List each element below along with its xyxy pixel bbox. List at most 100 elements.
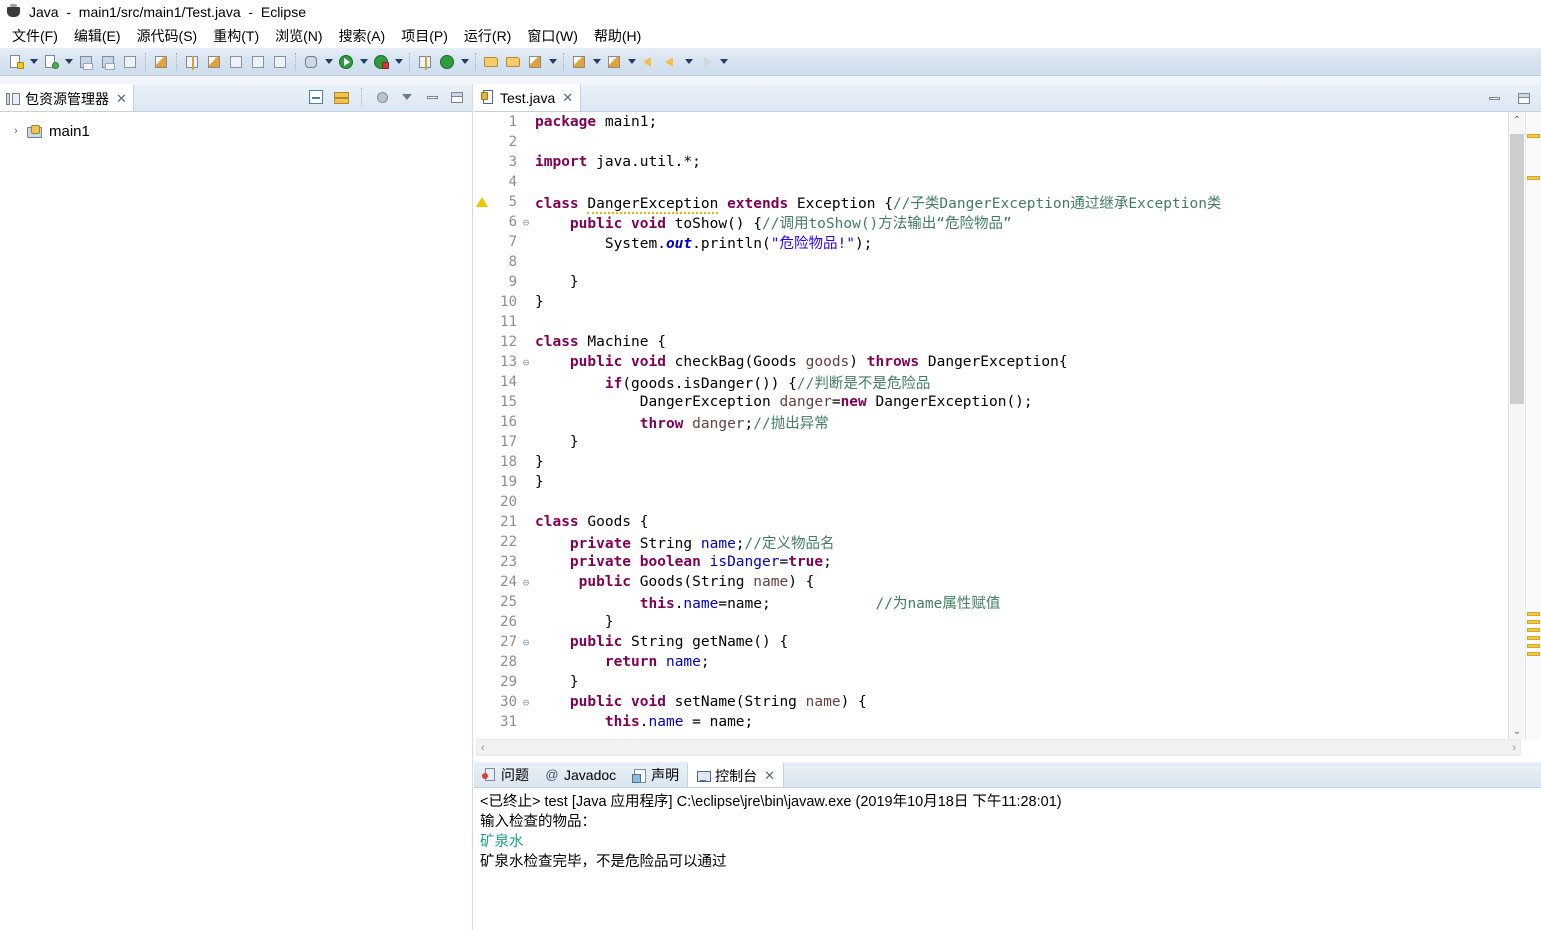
- back-icon[interactable]: [638, 51, 660, 73]
- annotate-icon[interactable]: [203, 51, 225, 73]
- tab-package-explorer[interactable]: 包资源管理器 ✕: [0, 84, 134, 111]
- code-line[interactable]: 30 ⊖ public void setName(String name) {: [474, 692, 1541, 712]
- code-line[interactable]: 23 private boolean isDanger=true;: [474, 552, 1541, 572]
- menu-help[interactable]: 帮助(H): [586, 24, 649, 48]
- code-line[interactable]: 12 class Machine {: [474, 332, 1541, 352]
- code-line[interactable]: 27 ⊖ public String getName() {: [474, 632, 1541, 652]
- maximize-icon[interactable]: [448, 88, 466, 106]
- expand-twisty-icon[interactable]: ›: [10, 125, 22, 137]
- last-edit-dropdown-icon[interactable]: [625, 51, 638, 73]
- new-java-class-icon[interactable]: [40, 51, 62, 73]
- code-line[interactable]: 24 ⊖ public Goods(String name) {: [474, 572, 1541, 592]
- code-line[interactable]: 19}: [474, 472, 1541, 492]
- code-line[interactable]: 1 package main1;: [474, 112, 1541, 132]
- grid-icon[interactable]: [269, 51, 291, 73]
- close-icon[interactable]: ✕: [562, 91, 573, 104]
- code-line[interactable]: 4: [474, 172, 1541, 192]
- tab-declaration[interactable]: 声明: [624, 762, 687, 787]
- open-type-icon[interactable]: [480, 51, 502, 73]
- overview-warning-marker[interactable]: [1527, 644, 1540, 648]
- tab-console[interactable]: 控制台 ✕: [687, 762, 785, 787]
- fold-toggle-icon[interactable]: ⊖: [519, 356, 533, 369]
- code-line[interactable]: 14 if(goods.isDanger()) {//判断是不是危险品: [474, 372, 1541, 392]
- code-line[interactable]: 20: [474, 492, 1541, 512]
- table-icon[interactable]: [247, 51, 269, 73]
- code-line[interactable]: 3 import java.util.*;: [474, 152, 1541, 172]
- refresh-icon[interactable]: [436, 51, 458, 73]
- code-line[interactable]: 6 ⊖ public void toShow() {//调用toShow()方法输…: [474, 212, 1541, 232]
- code-line[interactable]: 21 class Goods {: [474, 512, 1541, 532]
- run-dropdown-icon[interactable]: [357, 51, 370, 73]
- run-config-icon[interactable]: [370, 51, 392, 73]
- code-line[interactable]: 13 ⊖ public void checkBag(Goods goods) th…: [474, 352, 1541, 372]
- fold-toggle-icon[interactable]: ⊖: [519, 216, 533, 229]
- fold-toggle-icon[interactable]: ⊖: [519, 576, 533, 589]
- view-focus-icon[interactable]: [373, 88, 391, 106]
- collapse-all-icon[interactable]: [307, 88, 325, 106]
- menu-run[interactable]: 运行(R): [456, 24, 519, 48]
- menu-refactor[interactable]: 重构(T): [205, 24, 267, 48]
- code-line[interactable]: 28 return name;: [474, 652, 1541, 672]
- menu-search[interactable]: 搜索(A): [331, 24, 394, 48]
- print-icon[interactable]: [119, 51, 141, 73]
- editor-horizontal-scrollbar[interactable]: ‹ ›: [476, 739, 1521, 756]
- new-package-icon[interactable]: [414, 51, 436, 73]
- close-icon[interactable]: ✕: [116, 92, 127, 105]
- tab-problems[interactable]: 问题: [474, 762, 537, 787]
- new-java-class-dropdown-icon[interactable]: [62, 51, 75, 73]
- menu-edit[interactable]: 编辑(E): [66, 24, 129, 48]
- new-wizard-icon[interactable]: [5, 51, 27, 73]
- tab-test-java[interactable]: Test.java ✕: [474, 84, 582, 111]
- scroll-down-icon[interactable]: ⌄: [1509, 723, 1525, 740]
- code-line[interactable]: 18}: [474, 452, 1541, 472]
- console-output[interactable]: <已终止> test [Java 应用程序] C:\eclipse\jre\bi…: [474, 788, 1541, 872]
- overview-warning-marker[interactable]: [1527, 652, 1540, 656]
- open-task-icon[interactable]: [502, 51, 524, 73]
- debug-dropdown-icon[interactable]: [322, 51, 335, 73]
- view-menu-icon[interactable]: [398, 88, 416, 106]
- fold-toggle-icon[interactable]: ⊖: [519, 696, 533, 709]
- menu-navigate[interactable]: 浏览(N): [267, 24, 330, 48]
- scroll-right-icon[interactable]: ›: [1512, 742, 1516, 754]
- search-icon[interactable]: [568, 51, 590, 73]
- overview-warning-marker[interactable]: [1527, 628, 1540, 632]
- code-line[interactable]: 15 DangerException danger=new DangerExce…: [474, 392, 1541, 412]
- code-line[interactable]: 9 }: [474, 272, 1541, 292]
- code-line[interactable]: 29 }: [474, 672, 1541, 692]
- code-line[interactable]: 11: [474, 312, 1541, 332]
- code-line[interactable]: 16 throw danger;//抛出异常: [474, 412, 1541, 432]
- build-icon[interactable]: [181, 51, 203, 73]
- minimize-icon[interactable]: [1485, 89, 1503, 107]
- code-line[interactable]: 22 private String name;//定义物品名: [474, 532, 1541, 552]
- save-icon[interactable]: [75, 51, 97, 73]
- menu-window[interactable]: 窗口(W): [519, 24, 586, 48]
- scroll-up-icon[interactable]: ⌃: [1509, 112, 1525, 129]
- overview-warning-marker[interactable]: [1527, 620, 1540, 624]
- overview-warning-marker[interactable]: [1527, 134, 1540, 138]
- pencil-icon[interactable]: [524, 51, 546, 73]
- overview-warning-marker[interactable]: [1527, 176, 1540, 180]
- menu-source[interactable]: 源代码(S): [129, 24, 206, 48]
- external-tools-icon[interactable]: [225, 51, 247, 73]
- code-line[interactable]: 2: [474, 132, 1541, 152]
- overview-warning-marker[interactable]: [1527, 636, 1540, 640]
- debug-icon[interactable]: [300, 51, 322, 73]
- link-with-editor-icon[interactable]: [332, 88, 350, 106]
- run-config-dropdown-icon[interactable]: [392, 51, 405, 73]
- vertical-scroll-thumb[interactable]: [1510, 134, 1524, 404]
- code-viewport[interactable]: 1 package main1; 2 3 import java.util.*; 4 5 cl…: [474, 112, 1541, 740]
- code-line[interactable]: 10}: [474, 292, 1541, 312]
- toggle-breakpoint-icon[interactable]: [150, 51, 172, 73]
- code-line[interactable]: 8: [474, 252, 1541, 272]
- forward-icon[interactable]: [695, 51, 717, 73]
- last-edit-icon[interactable]: [603, 51, 625, 73]
- pencil-dropdown-icon[interactable]: [546, 51, 559, 73]
- save-all-icon[interactable]: [97, 51, 119, 73]
- overview-ruler[interactable]: [1525, 112, 1541, 740]
- code-line[interactable]: 17 }: [474, 432, 1541, 452]
- scroll-left-icon[interactable]: ‹: [481, 742, 485, 754]
- code-line[interactable]: 31 this.name = name;: [474, 712, 1541, 732]
- code-line[interactable]: 5 class DangerException extends Exception…: [474, 192, 1541, 214]
- run-icon[interactable]: [335, 51, 357, 73]
- code-line[interactable]: 25 this.name=name; //为name属性赋值: [474, 592, 1541, 612]
